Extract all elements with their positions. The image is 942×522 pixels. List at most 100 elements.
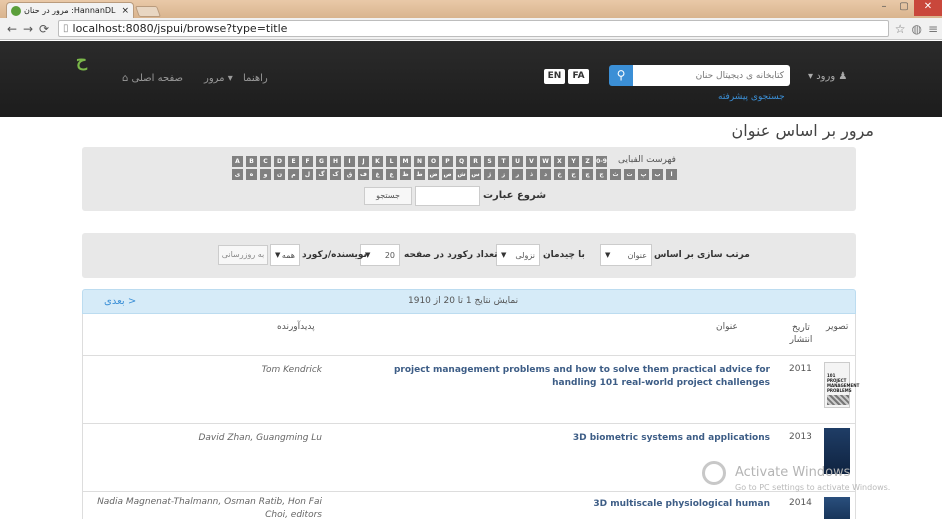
letter-link[interactable]: F [302,156,313,167]
letter-link[interactable]: ص [442,169,453,180]
letter-link[interactable]: د [540,169,551,180]
maximize-icon[interactable]: ▢ [894,0,914,16]
letter-link[interactable]: B [246,156,257,167]
letter-link[interactable]: C [260,156,271,167]
letter-link[interactable]: و [260,169,271,180]
letter-link[interactable]: ک [330,169,341,180]
search-input[interactable] [633,65,790,86]
letter-link[interactable]: ف [358,169,369,180]
letter-link[interactable]: V [526,156,537,167]
letter-link[interactable]: پ [638,169,649,180]
start-with-input[interactable] [415,186,480,206]
row-thumbnail[interactable]: 101 PROJECT MANAGEMENT PROBLEMS [824,362,859,408]
letter-link[interactable]: A [232,156,243,167]
col-author[interactable]: پدیدآورنده [277,322,315,332]
next-page-link[interactable]: بعدی > [104,296,136,307]
letter-link[interactable]: م [288,169,299,180]
row-thumbnail[interactable] [824,497,850,519]
row-author-link[interactable]: Tom Kendrick [82,364,322,377]
letter-link[interactable]: H [330,156,341,167]
letter-link[interactable]: ل [302,169,313,180]
letter-link[interactable]: ه [246,169,257,180]
browser-tab[interactable]: HannanDL: مرور در حنان × [6,2,134,18]
letter-link[interactable]: T [498,156,509,167]
letter-link[interactable]: 0-9 [596,156,607,167]
letter-link[interactable]: ب [652,169,663,180]
browse-go-button[interactable]: جستجو [364,187,412,205]
update-button[interactable]: به روزرسانی [218,245,268,265]
login-menu[interactable]: ▾ ورود ♟ [808,71,847,82]
search-button[interactable]: ⚲ [609,65,633,86]
letter-link[interactable]: Z [582,156,593,167]
letter-link[interactable]: L [386,156,397,167]
close-window-icon[interactable]: ✕ [914,0,942,16]
letter-link[interactable]: R [470,156,481,167]
letter-link[interactable]: س [470,169,481,180]
letter-link[interactable]: ش [456,169,467,180]
nav-help[interactable]: راهنما [243,73,268,84]
lang-en-button[interactable]: EN [544,69,565,84]
letter-link[interactable]: ر [512,169,523,180]
letter-link[interactable]: ز [498,169,509,180]
letter-link[interactable]: خ [554,169,565,180]
nav-home[interactable]: ⌂ صفحه اصلی [122,73,183,84]
row-title-link[interactable]: project management problems and how to s… [350,364,770,390]
letter-link[interactable]: ض [428,169,439,180]
letter-link[interactable]: K [372,156,383,167]
letter-link[interactable]: ق [344,169,355,180]
letter-link[interactable]: گ [316,169,327,180]
lang-fa-button[interactable]: FA [568,69,589,84]
row-title-link[interactable]: 3D biometric systems and applications [350,432,770,445]
letter-link[interactable]: X [554,156,565,167]
minimize-icon[interactable]: – [874,0,894,16]
letter-link[interactable]: ط [414,169,425,180]
letter-link[interactable]: O [428,156,439,167]
site-logo[interactable]: ح [76,51,104,71]
letter-link[interactable]: W [540,156,551,167]
row-author-link[interactable]: David Zhan, Guangming Lu [82,432,322,445]
back-icon[interactable]: ← [4,22,20,36]
letter-link[interactable]: ج [596,169,607,180]
letter-link[interactable]: غ [372,169,383,180]
row-title-link[interactable]: 3D multiscale physiological human [350,498,770,511]
letter-link[interactable]: M [400,156,411,167]
letter-link[interactable]: G [316,156,327,167]
globe-icon[interactable]: ◍ [911,22,921,36]
letter-link[interactable]: Q [456,156,467,167]
forward-icon[interactable]: → [20,22,36,36]
letter-link[interactable]: Y [568,156,579,167]
letter-link[interactable]: ث [610,169,621,180]
menu-icon[interactable]: ≡ [928,22,938,36]
letter-link[interactable]: ی [232,169,243,180]
letter-link[interactable]: N [414,156,425,167]
letter-link[interactable]: ظ [400,169,411,180]
letter-link[interactable]: ن [274,169,285,180]
sort-by-select[interactable]: عنوان ▼ [600,244,652,266]
bookmark-star-icon[interactable]: ☆ [895,22,906,36]
letter-link[interactable]: ح [568,169,579,180]
letter-link[interactable]: چ [582,169,593,180]
authors-select[interactable]: همه ▼ [270,244,300,266]
letter-link[interactable]: P [442,156,453,167]
reload-icon[interactable]: ⟳ [36,22,52,36]
letter-link[interactable]: U [512,156,523,167]
letter-link[interactable]: ا [666,169,677,180]
letter-link[interactable]: J [358,156,369,167]
letter-link[interactable]: ژ [484,169,495,180]
letter-link[interactable]: S [484,156,495,167]
letter-link[interactable]: D [274,156,285,167]
letter-link[interactable]: ت [624,169,635,180]
letter-link[interactable]: ع [386,169,397,180]
col-title[interactable]: عنوان [716,322,738,332]
new-tab-button[interactable] [134,6,162,17]
col-date[interactable]: تاریخ انتشار [786,322,816,346]
order-select[interactable]: نزولی ▼ [496,244,540,266]
close-tab-icon[interactable]: × [121,6,129,16]
row-author-link[interactable]: Nadia Magnenat-Thalmann, Osman Ratib, Ho… [82,496,322,522]
url-field[interactable]: ▯ localhost:8080/jspui/browse?type=title [58,20,889,37]
letter-link[interactable]: E [288,156,299,167]
nav-browse[interactable]: مرور ▾ [204,73,233,84]
advanced-search-link[interactable]: جستجوی پیشرفته [718,92,785,102]
letter-link[interactable]: ذ [526,169,537,180]
letter-link[interactable]: I [344,156,355,167]
